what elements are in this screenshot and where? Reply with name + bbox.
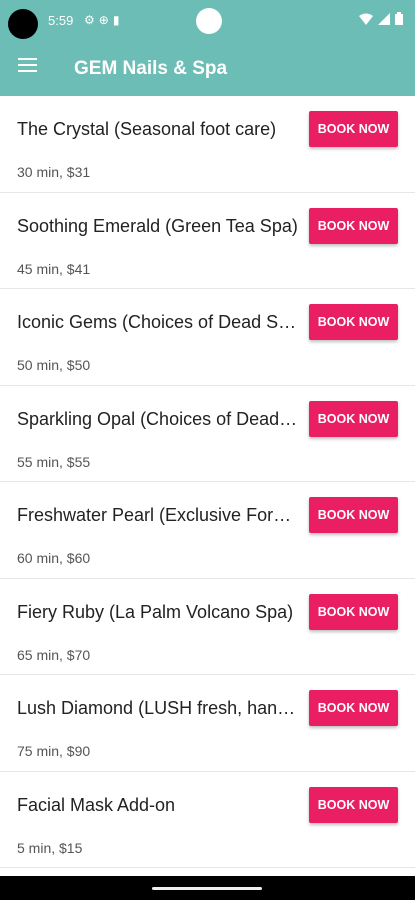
service-name: Facial Mask Add-on (17, 794, 176, 815)
settings-icon: ⚙ (84, 13, 99, 27)
service-duration-price: 75 min, $90 (17, 743, 91, 759)
service-duration-price: 5 min, $15 (17, 839, 83, 856)
service-name: Soothing Emerald (Green Tea Spa) (17, 215, 298, 236)
book-now-button[interactable]: BOOK NOW (309, 304, 398, 340)
status-time: 5:59 (48, 13, 74, 28)
system-nav-bar (0, 876, 415, 900)
service-duration-price: 45 min, $41 (17, 260, 91, 277)
book-now-button[interactable]: BOOK NOW (309, 690, 398, 726)
list-item: Soothing Emerald (Green Tea Spa) 45 min,… (0, 192, 415, 289)
camera-cutout (8, 9, 38, 39)
sim-icon: ▮ (112, 13, 124, 27)
status-notification-icons: ⚙⊕▮ (84, 13, 123, 27)
hamburger-menu-icon[interactable] (18, 58, 40, 76)
app-title: GEM Nails & Spa (74, 58, 228, 79)
book-now-button[interactable]: BOOK NOW (309, 111, 398, 147)
list-item: Sparkling Opal (Choices of Dead Sea) 55 … (0, 385, 415, 482)
book-now-button[interactable]: BOOK NOW (309, 497, 398, 533)
status-bar: 5:59 ⚙⊕▮ (0, 0, 415, 40)
battery-icon (395, 12, 403, 25)
list-item: Freshwater Pearl (Exclusive Formula) 60 … (0, 482, 415, 579)
service-list: The Crystal (Seasonal foot care) 30 min,… (0, 96, 415, 868)
list-item: The Crystal (Seasonal foot care) 30 min,… (0, 96, 415, 193)
service-name: Sparkling Opal (Choices of Dead Sea) (17, 408, 302, 429)
list-item: Iconic Gems (Choices of Dead Sea) 50 min… (0, 289, 415, 386)
list-item: Lush Diamond (LUSH fresh, handmade) 75 m… (0, 675, 415, 772)
service-name: Fiery Ruby (La Palm Volcano Spa) (17, 601, 294, 622)
service-name: Lush Diamond (LUSH fresh, handmade) (17, 698, 302, 718)
home-gesture-handle[interactable] (152, 887, 262, 890)
book-now-button[interactable]: BOOK NOW (309, 207, 398, 244)
front-sensor (196, 8, 222, 34)
status-system-icons (359, 12, 403, 25)
service-duration-price: 50 min, $50 (17, 357, 91, 373)
list-item: Fiery Ruby (La Palm Volcano Spa) 65 min,… (0, 578, 415, 675)
service-duration-price: 60 min, $60 (17, 550, 91, 566)
list-item: Facial Mask Add-on 5 min, $15 BOOK NOW (0, 771, 415, 868)
book-now-button[interactable]: BOOK NOW (309, 593, 398, 630)
wifi-icon (359, 13, 373, 25)
service-duration-price: 30 min, $31 (17, 164, 91, 180)
service-name: The Crystal (Seasonal foot care) (17, 119, 277, 139)
signal-icon (378, 12, 390, 25)
app-bar: GEM Nails & Spa (0, 40, 415, 96)
globe-icon: ⊕ (98, 13, 113, 27)
service-name: Freshwater Pearl (Exclusive Formula) (17, 505, 302, 525)
book-now-button[interactable]: BOOK NOW (309, 400, 398, 437)
service-name: Iconic Gems (Choices of Dead Sea) (17, 312, 302, 332)
book-now-button[interactable]: BOOK NOW (309, 786, 398, 823)
service-duration-price: 55 min, $55 (17, 453, 91, 470)
service-duration-price: 65 min, $70 (17, 646, 91, 663)
